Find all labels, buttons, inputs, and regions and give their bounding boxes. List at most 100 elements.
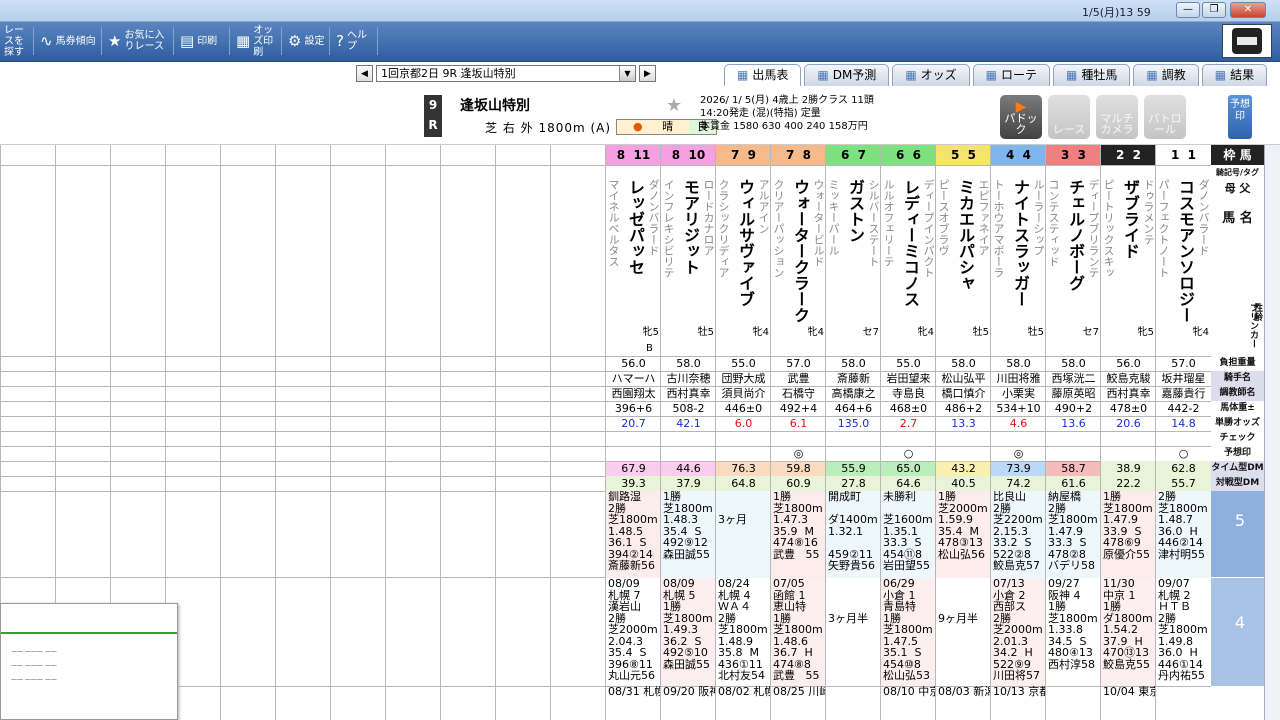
minimize-button[interactable]: — xyxy=(1176,2,1200,18)
past-race-cell[interactable]: 1勝 芝2000m 1.59.9 35.4 M 478③13 松山弘56 xyxy=(936,491,991,578)
horse-name[interactable]: ウィルサヴァイブ xyxy=(733,179,755,307)
trainer-name[interactable]: 須貝尚介 xyxy=(716,386,771,401)
past-race-cell[interactable]: 09/27 阪神 4 1勝 芝1800m 1.33.8 34.5 S 480④1… xyxy=(1046,578,1101,686)
horse-column[interactable]: クラシックリディア ウィルサヴァイブ アルアイン 牝4 55.0 団野大成 須貝… xyxy=(716,165,771,720)
past-race-cell[interactable]: 3ヶ月 xyxy=(716,491,771,578)
past-race-cell[interactable]: 未勝利 芝1600m 1.35.1 33.3 S 454⑪8 岩田望55 xyxy=(881,491,936,578)
horse-column[interactable]: ピースオブラヴ ミカエルパシャ エピファネイア 牡5 58.0 松山弘平 橋口慎… xyxy=(936,165,991,720)
past-race-cell[interactable]: 9ヶ月半 xyxy=(936,578,991,686)
toolbar-settings[interactable]: ⚙ 設定 xyxy=(284,27,330,55)
tab-entries[interactable]: ▦ 出馬表 xyxy=(724,64,802,86)
horse-name[interactable]: レディーミコノス xyxy=(898,179,920,307)
race-video-button[interactable]: レース xyxy=(1048,95,1090,139)
past-race-cell[interactable]: 08/02 札幌 6 xyxy=(716,686,771,720)
toolbar-odds-print[interactable]: ▦ オッズ印刷 xyxy=(232,25,282,58)
horse-name[interactable]: レッゼパッセ xyxy=(623,179,645,275)
past-race-cell[interactable] xyxy=(1156,686,1211,720)
jockey-name[interactable]: 松山弘平 xyxy=(936,371,991,386)
tab-training[interactable]: ▦ 調教 xyxy=(1133,64,1199,86)
past-race-cell[interactable]: 比良山 2勝 芝2200m 2.15.3 33.2 S 522②8 鮫島克57 xyxy=(991,491,1046,578)
past-race-cell[interactable]: 08/09 札幌 7 漢岩山 2勝 芝2000m 2.04.3 35.4 S 3… xyxy=(606,578,661,686)
jockey-name[interactable]: 坂井瑠星 xyxy=(1156,371,1211,386)
favorite-star-icon[interactable]: ★ xyxy=(666,95,682,116)
past-race-cell[interactable]: 09/20 阪神 2 xyxy=(661,686,716,720)
trainer-name[interactable]: 石橋守 xyxy=(771,386,826,401)
patrol-button[interactable]: パトロール xyxy=(1144,95,1186,139)
prediction-mark[interactable]: ◎ xyxy=(991,446,1046,461)
past-race-cell[interactable]: 3ヶ月半 xyxy=(826,578,881,686)
past-race-cell[interactable]: 08/31 札幌 6 xyxy=(606,686,661,720)
trainer-name[interactable]: 嘉藤貴行 xyxy=(1156,386,1211,401)
restore-button[interactable]: ❐ xyxy=(1202,2,1226,18)
tab-odds[interactable]: ▦ オッズ xyxy=(892,64,970,86)
toolbar-favorite-race[interactable]: ★ お気に入りレース xyxy=(104,27,174,55)
past-race-cell[interactable]: 11/30 中京 1 1勝 ダ1800m 1.54.2 37.9 H 470⑬1… xyxy=(1101,578,1156,686)
jockey-name[interactable]: 団野大成 xyxy=(716,371,771,386)
multi-camera-button[interactable]: マルチカメラ xyxy=(1096,95,1138,139)
tab-sire[interactable]: ▦ 種牡馬 xyxy=(1053,64,1131,86)
horse-name[interactable]: モアリジット xyxy=(678,179,700,275)
horse-name[interactable]: ナイトスラッガー xyxy=(1008,179,1030,307)
horse-name[interactable]: ウォータークラーク xyxy=(788,179,810,323)
close-button[interactable]: ✕ xyxy=(1230,2,1266,18)
past-race-cell[interactable]: 08/10 中京 9 xyxy=(881,686,936,720)
past-race-cell[interactable]: 開成町 ダ1400m 1.32.1 459②11 矢野貴56 xyxy=(826,491,881,578)
past-race-cell[interactable]: 07/13 小倉 2 西部ス 2勝 芝2000m 2.01.3 34.2 H 5… xyxy=(991,578,1046,686)
trainer-name[interactable]: 寺島良 xyxy=(881,386,936,401)
horse-column[interactable]: クリアーパッション ウォータークラーク ウォータービルド 牝4 57.0 武豊 … xyxy=(771,165,826,720)
toolbar-help[interactable]: ? ヘルプ xyxy=(332,27,378,55)
prediction-mark-button[interactable]: 予想印 xyxy=(1228,95,1252,139)
past-race-cell[interactable]: 08/25 川崎 8 xyxy=(771,686,826,720)
vertical-scrollbar[interactable] xyxy=(1264,145,1280,720)
horse-column[interactable]: インフレキシビリテ モアリジット ロードカナロア 牡5 58.0 古川奈穂 西村… xyxy=(661,165,716,720)
prediction-mark[interactable]: ◎ xyxy=(771,446,826,461)
toolbar-search-race[interactable]: レースを探す xyxy=(0,25,34,58)
past-race-cell[interactable]: 納屋橋 2勝 芝1800m 1.47.9 33.3 S 478②8 バデリ58 xyxy=(1046,491,1101,578)
past-race-cell[interactable]: 釧路湿 2勝 芝1800m 1.48.5 36.1 S 394②14 斎藤新56 xyxy=(606,491,661,578)
past-race-cell[interactable]: 08/24 札幌 4 ＷＡ４ 2勝 芝1800m 1.48.9 35.8 M 4… xyxy=(716,578,771,686)
jockey-name[interactable]: 古川奈穂 xyxy=(661,371,716,386)
past-race-cell[interactable]: 1勝 芝1800m 1.47.9 33.9 S 478⑥9 原優介55 xyxy=(1101,491,1156,578)
trainer-name[interactable]: 小栗実 xyxy=(991,386,1046,401)
trainer-name[interactable]: 藤原英昭 xyxy=(1046,386,1101,401)
jockey-name[interactable]: ハマーハ xyxy=(606,371,661,386)
past-race-cell[interactable] xyxy=(1046,686,1101,720)
next-race-button[interactable]: ▶ xyxy=(639,65,656,82)
horse-column[interactable]: マイネルベルタス レッゼパッセ ダノンバラード 牝5 B 56.0 ハマーハ 西… xyxy=(606,165,661,720)
past-race-cell[interactable]: 07/05 函館 1 恵山特 1勝 芝1800m 1.48.6 36.7 H 4… xyxy=(771,578,826,686)
race-dropdown[interactable]: 1回京都2日 9R 逢坂山特別 ▼ xyxy=(376,65,636,82)
thumbnail-preview[interactable]: —— ——— —— —— ——— —— —— ——— —— xyxy=(0,603,178,720)
trainer-name[interactable]: 西園翔太 xyxy=(606,386,661,401)
tab-dm-forecast[interactable]: ▦ DM予測 xyxy=(804,64,890,86)
horse-column[interactable]: ミッキーパール ガストン シルバーステート セ7 58.0 斎藤新 高橋康之 4… xyxy=(826,165,881,720)
horse-column[interactable]: ピートリックスキッ ザブライド ドゥラメンテ 牝5 56.0 鮫島克駿 西村真幸… xyxy=(1101,165,1156,720)
prediction-mark[interactable]: ○ xyxy=(881,446,936,461)
prev-race-button[interactable]: ◀ xyxy=(356,65,373,82)
past-race-cell[interactable]: 08/09 札幌 5 1勝 芝1800m 1.49.3 36.2 S 492⑤1… xyxy=(661,578,716,686)
trainer-name[interactable]: 橋口慎介 xyxy=(936,386,991,401)
horse-column[interactable]: ルルオフェリーテ レディーミコノス ディープインパクト 牝4 55.0 岩田望来… xyxy=(881,165,936,720)
past-race-cell[interactable]: 10/13 京都 5 xyxy=(991,686,1046,720)
prediction-mark[interactable]: ○ xyxy=(1156,446,1211,461)
past-race-cell[interactable]: 09/07 札幌 2 ＨＴＢ 2勝 芝1800m 1.49.8 36.0 H 4… xyxy=(1156,578,1211,686)
jockey-name[interactable]: 鮫島克駿 xyxy=(1101,371,1156,386)
past-race-cell[interactable] xyxy=(826,686,881,720)
paddock-button[interactable]: ▶ パドック xyxy=(1000,95,1042,139)
trainer-name[interactable]: 西村真幸 xyxy=(661,386,716,401)
horse-column[interactable]: トーホウアマポーラ ナイトスラッガー ルーラーシップ 牡5 58.0 川田将雅 … xyxy=(991,165,1046,720)
jockey-name[interactable]: 西塚洸二 xyxy=(1046,371,1101,386)
trainer-name[interactable]: 高橋康之 xyxy=(826,386,881,401)
avatar[interactable] xyxy=(1222,24,1272,58)
past-race-cell[interactable]: 1勝 芝1800m 1.48.3 35.4 S 492⑨12 森田誠55 xyxy=(661,491,716,578)
horse-name[interactable]: チェルノボーグ xyxy=(1063,179,1085,291)
past-race-cell[interactable]: 10/04 東京 6 xyxy=(1101,686,1156,720)
jockey-name[interactable]: 斎藤新 xyxy=(826,371,881,386)
past-race-cell[interactable]: 1勝 芝1800m 1.47.3 35.9 M 474⑧16 武豊 55 xyxy=(771,491,826,578)
horse-name[interactable]: ガストン xyxy=(843,179,865,243)
tab-rotation[interactable]: ▦ ローテ xyxy=(972,64,1051,86)
toolbar-print[interactable]: ▤ 印刷 xyxy=(176,27,230,55)
horse-name[interactable]: ザブライド xyxy=(1118,179,1140,259)
horse-column[interactable]: コンテスティッド チェルノボーグ ディープブリランテ セ7 58.0 西塚洸二 … xyxy=(1046,165,1101,720)
past-race-cell[interactable]: 08/03 新潟 1 xyxy=(936,686,991,720)
past-race-cell[interactable]: 2勝 芝1800m 1.48.7 36.0 H 446②14 津村明55 xyxy=(1156,491,1211,578)
